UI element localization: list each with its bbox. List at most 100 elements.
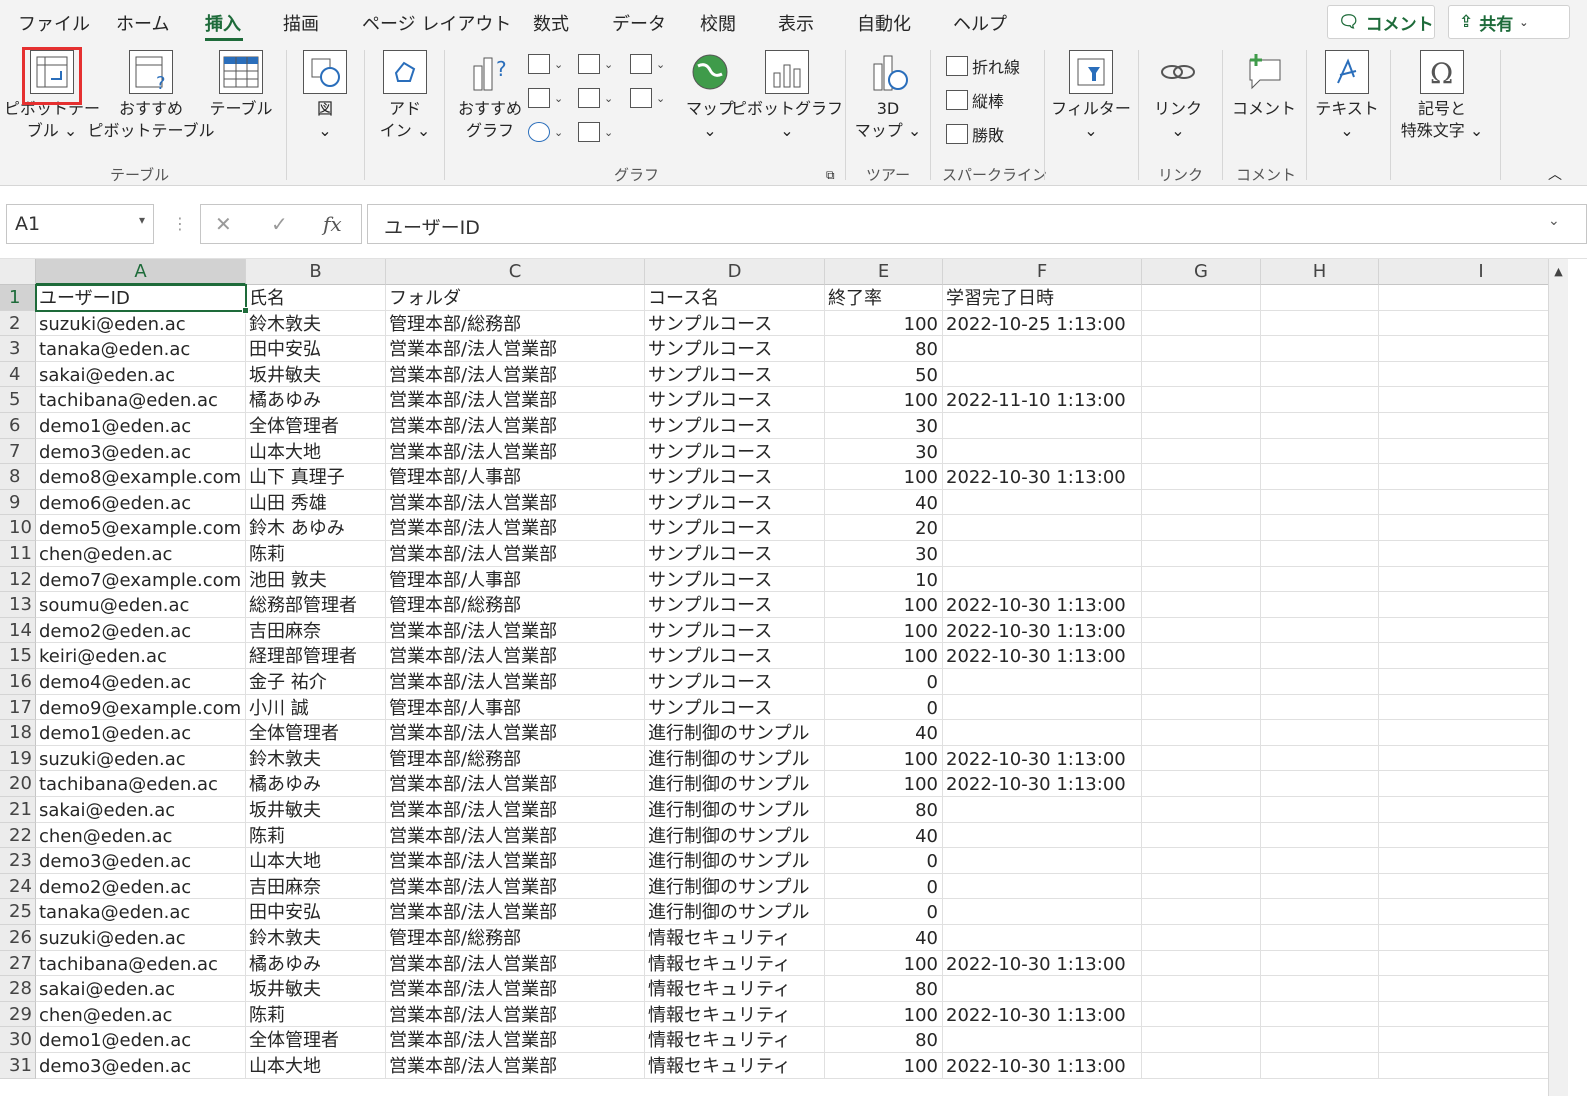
insert-function-icon[interactable]: fx [323, 212, 342, 236]
cell-h8[interactable] [1261, 464, 1379, 490]
cell-a16[interactable]: demo4@eden.ac [36, 669, 246, 695]
cell-h24[interactable] [1261, 873, 1379, 900]
cell-e8[interactable]: 100 [825, 464, 943, 490]
cell-b5[interactable]: 橘あゆみ [246, 387, 386, 413]
cell-g16[interactable] [1142, 669, 1261, 695]
cell-g2[interactable] [1142, 310, 1261, 337]
row-header[interactable]: 22 [0, 822, 36, 849]
cell-a17[interactable]: demo9@example.com [36, 694, 246, 721]
cell-a12[interactable]: demo7@example.com [36, 566, 246, 593]
cell-b14[interactable]: 吉田麻奈 [246, 617, 386, 644]
row-header[interactable]: 12 [0, 566, 36, 593]
tab-home[interactable]: ホーム [116, 10, 169, 36]
row-header[interactable]: 8 [0, 464, 36, 490]
cell-i19[interactable] [1379, 746, 1568, 772]
cell-f28[interactable] [943, 976, 1142, 1002]
cell-d3[interactable]: サンプルコース [645, 336, 825, 362]
row-header[interactable]: 18 [0, 720, 36, 746]
cell-c19[interactable]: 管理本部/総務部 [386, 745, 645, 772]
cell-d19[interactable]: 進行制御のサンプル [645, 745, 825, 772]
cell-e11[interactable]: 30 [825, 541, 943, 567]
row-header[interactable]: 31 [0, 1053, 36, 1079]
cell-f15[interactable]: 2022-10-30 1:13:00 [943, 643, 1142, 669]
scroll-up-icon[interactable]: ▲ [1549, 261, 1568, 283]
cell-a14[interactable]: demo2@eden.ac [36, 617, 246, 644]
cell-a22[interactable]: chen@eden.ac [36, 822, 246, 849]
cell-g25[interactable] [1142, 899, 1261, 925]
cell-g22[interactable] [1142, 822, 1261, 849]
cell-g8[interactable] [1142, 464, 1261, 490]
cell-i22[interactable] [1379, 823, 1568, 849]
cell-i17[interactable] [1379, 695, 1568, 721]
cell-d31[interactable]: 情報セキュリティ [645, 1053, 825, 1079]
cell-e6[interactable]: 30 [825, 413, 943, 439]
cell-c28[interactable]: 営業本部/法人営業部 [386, 976, 645, 1002]
cell-f30[interactable] [943, 1027, 1142, 1053]
cell-d14[interactable]: サンプルコース [645, 617, 825, 644]
cell-e18[interactable]: 40 [825, 720, 943, 746]
cell-e28[interactable]: 80 [825, 976, 943, 1002]
cell-a11[interactable]: chen@eden.ac [36, 541, 246, 567]
cell-b26[interactable]: 鈴木敦夫 [246, 925, 386, 951]
cell-c8[interactable]: 管理本部/人事部 [386, 464, 645, 490]
cell-f8[interactable]: 2022-10-30 1:13:00 [943, 464, 1142, 490]
cell-a10[interactable]: demo5@example.com [36, 515, 246, 541]
cell-g29[interactable] [1142, 1001, 1261, 1028]
cell-d25[interactable]: 進行制御のサンプル [645, 899, 825, 925]
cell-e10[interactable]: 20 [825, 515, 943, 541]
cell-b10[interactable]: 鈴木 あゆみ [246, 515, 386, 541]
row-header[interactable]: 25 [0, 899, 36, 925]
cell-c31[interactable]: 営業本部/法人営業部 [386, 1053, 645, 1079]
cell-b3[interactable]: 田中安弘 [246, 336, 386, 362]
cell-e19[interactable]: 100 [825, 745, 943, 772]
cell-h7[interactable] [1261, 438, 1379, 465]
tab-formulas[interactable]: 数式 [533, 10, 569, 36]
cell-c7[interactable]: 営業本部/法人営業部 [386, 438, 645, 465]
cell-e9[interactable]: 40 [825, 489, 943, 516]
cell-f21[interactable] [943, 797, 1142, 823]
scatter-chart-button[interactable]: ⌄ [578, 122, 613, 142]
cell-e24[interactable]: 0 [825, 873, 943, 900]
name-box[interactable]: A1 ▾ [6, 204, 154, 244]
cell-c12[interactable]: 管理本部/人事部 [386, 566, 645, 593]
row-header[interactable]: 24 [0, 873, 36, 900]
recommended-chart-button[interactable]: ? おすすめ グラフ [456, 50, 524, 142]
cell-c24[interactable]: 営業本部/法人営業部 [386, 873, 645, 900]
cell-g9[interactable] [1142, 489, 1261, 516]
expand-formula-icon[interactable]: ⌄ [1548, 213, 1560, 229]
row-header[interactable]: 5 [0, 387, 36, 413]
cell-b4[interactable]: 坂井敏夫 [246, 361, 386, 388]
column-header-f[interactable]: F [943, 259, 1142, 285]
cell-g10[interactable] [1142, 515, 1261, 541]
cell-g15[interactable] [1142, 643, 1261, 669]
cell-c10[interactable]: 営業本部/法人営業部 [386, 515, 645, 541]
cell-a15[interactable]: keiri@eden.ac [36, 643, 246, 669]
cell-h5[interactable] [1261, 387, 1379, 413]
cell-c22[interactable]: 営業本部/法人営業部 [386, 822, 645, 849]
cell-e29[interactable]: 100 [825, 1001, 943, 1028]
cell-d12[interactable]: サンプルコース [645, 566, 825, 593]
cell-f27[interactable]: 2022-10-30 1:13:00 [943, 950, 1142, 977]
cell-f3[interactable] [943, 336, 1142, 362]
cell-i31[interactable] [1379, 1053, 1568, 1079]
cell-c18[interactable]: 営業本部/法人営業部 [386, 720, 645, 746]
row-header[interactable]: 7 [0, 438, 36, 465]
cell-c17[interactable]: 管理本部/人事部 [386, 694, 645, 721]
cell-g27[interactable] [1142, 950, 1261, 977]
cell-d18[interactable]: 進行制御のサンプル [645, 720, 825, 746]
cell-f7[interactable] [943, 438, 1142, 465]
cell-i6[interactable] [1379, 413, 1568, 439]
cell-h30[interactable] [1261, 1027, 1379, 1053]
cell-h9[interactable] [1261, 489, 1379, 516]
cell-b31[interactable]: 山本大地 [246, 1053, 386, 1079]
chart-dialog-launcher[interactable]: ⧉ [826, 168, 835, 183]
tab-help[interactable]: ヘルプ [953, 10, 1007, 36]
row-header[interactable]: 15 [0, 643, 36, 669]
cell-e7[interactable]: 30 [825, 438, 943, 465]
row-header[interactable]: 2 [0, 310, 36, 337]
tab-automate[interactable]: 自動化 [857, 10, 911, 36]
cell-f11[interactable] [943, 541, 1142, 567]
column-header-b[interactable]: B [246, 259, 386, 285]
cell-g7[interactable] [1142, 438, 1261, 465]
cell-i23[interactable] [1379, 848, 1568, 874]
